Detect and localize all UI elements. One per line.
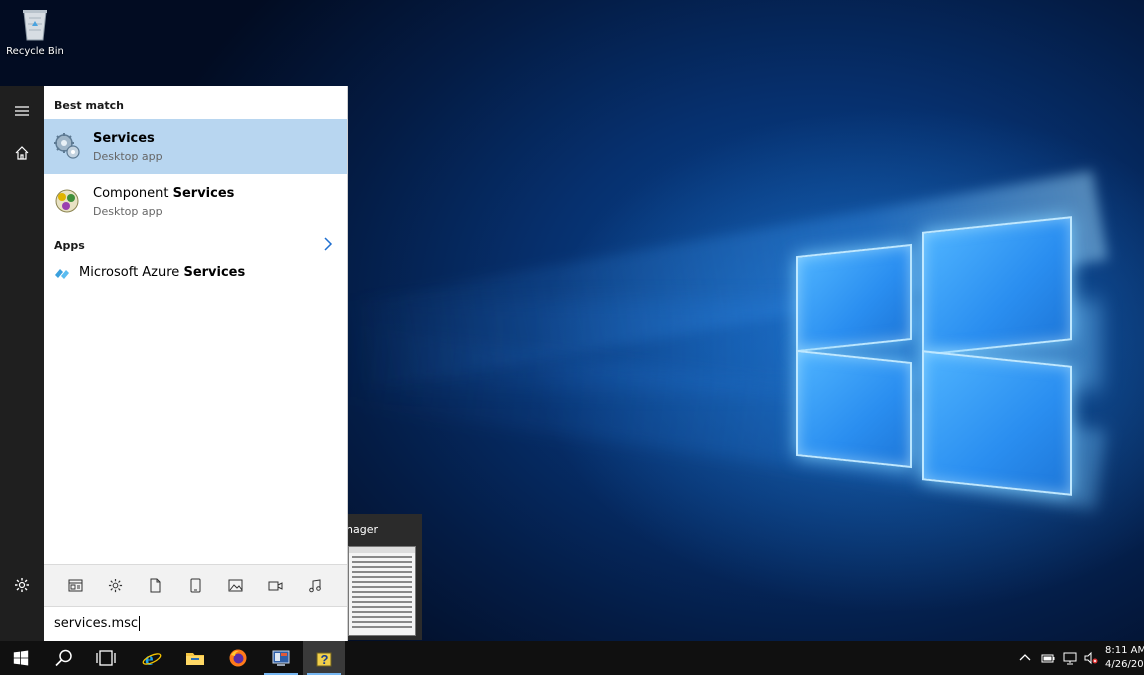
web-filter-button[interactable] xyxy=(65,575,85,595)
videos-filter-icon xyxy=(268,581,282,590)
apps-filter-button[interactable] xyxy=(185,575,205,595)
battery-icon xyxy=(1041,654,1055,663)
clock-date: 4/26/2020 xyxy=(1105,659,1144,670)
recycle-bin-icon xyxy=(19,6,51,42)
start-search-input[interactable]: services.msc xyxy=(44,606,347,641)
tray-battery-button[interactable] xyxy=(1038,641,1058,675)
search-filter-bar xyxy=(44,564,347,606)
result-subtitle: Desktop app xyxy=(93,150,163,163)
result-name: Component Services xyxy=(93,186,235,201)
apps-header: Apps xyxy=(54,239,85,252)
app-microsoft-azure-services[interactable]: Microsoft Azure Services xyxy=(44,262,347,286)
file-explorer-button[interactable] xyxy=(174,641,216,675)
web-filter-icon xyxy=(68,579,82,591)
start-search-panel: Best match Services Desktop app Componen… xyxy=(44,86,348,641)
hamburger-menu-button[interactable] xyxy=(0,91,44,131)
settings-button[interactable] xyxy=(0,565,44,605)
internet-explorer-icon: e xyxy=(142,649,162,668)
help-button[interactable]: ? xyxy=(303,641,345,675)
services-gear-icon xyxy=(52,131,82,161)
start-button[interactable] xyxy=(0,641,42,675)
documents-filter-button[interactable] xyxy=(145,575,165,595)
firefox-button[interactable] xyxy=(217,641,259,675)
firefox-icon xyxy=(229,649,247,667)
photos-filter-button[interactable] xyxy=(225,575,245,595)
file-explorer-icon xyxy=(186,653,204,665)
best-match-header: Best match xyxy=(54,99,124,112)
photos-filter-icon xyxy=(228,579,242,591)
recycle-bin-label: Recycle Bin xyxy=(6,46,64,57)
apps-expand-button[interactable] xyxy=(323,236,333,251)
gear-icon xyxy=(15,578,29,592)
videos-filter-button[interactable] xyxy=(265,575,285,595)
music-filter-icon xyxy=(308,578,321,592)
settings-filter-icon xyxy=(108,578,122,592)
clock-time: 8:11 AM xyxy=(1105,645,1144,656)
recycle-bin-shortcut[interactable]: Recycle Bin xyxy=(4,4,66,57)
server-manager-icon xyxy=(272,650,290,666)
taskbar: e ? 8:11 AM 4/26/2020 xyxy=(0,641,1144,675)
result-subtitle: Desktop app xyxy=(93,205,163,218)
internet-explorer-button[interactable]: e xyxy=(131,641,173,675)
result-component-services[interactable]: Component Services Desktop app xyxy=(44,174,347,229)
result-services[interactable]: Services Desktop app xyxy=(44,119,347,174)
start-icon xyxy=(13,650,29,666)
search-icon xyxy=(55,649,72,667)
task-thumbnail-title: nager xyxy=(346,523,378,536)
task-view-icon xyxy=(96,650,116,666)
chevron-right-icon xyxy=(324,237,333,251)
apps-filter-icon xyxy=(190,578,200,592)
svg-text:?: ? xyxy=(321,652,329,667)
help-icon: ? xyxy=(316,652,332,667)
app-name: Microsoft Azure Services xyxy=(79,265,246,280)
hamburger-icon xyxy=(15,106,29,116)
task-thumbnail-preview xyxy=(348,546,416,636)
home-button[interactable] xyxy=(0,133,44,173)
component-services-icon xyxy=(52,186,82,216)
result-name: Services xyxy=(93,131,155,146)
home-icon xyxy=(15,146,29,160)
search-button[interactable] xyxy=(43,641,85,675)
azure-services-icon xyxy=(54,266,70,282)
volume-muted-icon xyxy=(1084,651,1098,665)
show-hidden-icons-button[interactable] xyxy=(1016,641,1034,675)
server-manager-button[interactable] xyxy=(260,641,302,675)
tray-volume-button[interactable] xyxy=(1081,641,1101,675)
network-icon xyxy=(1063,652,1077,665)
documents-filter-icon xyxy=(150,578,160,592)
task-view-button[interactable] xyxy=(85,641,127,675)
search-results: Best match Services Desktop app Componen… xyxy=(44,86,347,564)
music-filter-button[interactable] xyxy=(305,575,325,595)
settings-filter-button[interactable] xyxy=(105,575,125,595)
task-thumbnail[interactable]: nager xyxy=(344,514,422,640)
windows-logo-wallpaper xyxy=(796,214,1074,496)
tray-network-button[interactable] xyxy=(1060,641,1080,675)
taskbar-clock[interactable]: 8:11 AM 4/26/2020 xyxy=(1105,644,1144,672)
search-query-text: services.msc xyxy=(54,616,141,631)
start-menu-rail xyxy=(0,86,44,641)
chevron-up-icon xyxy=(1019,654,1031,661)
text-caret xyxy=(139,616,141,631)
